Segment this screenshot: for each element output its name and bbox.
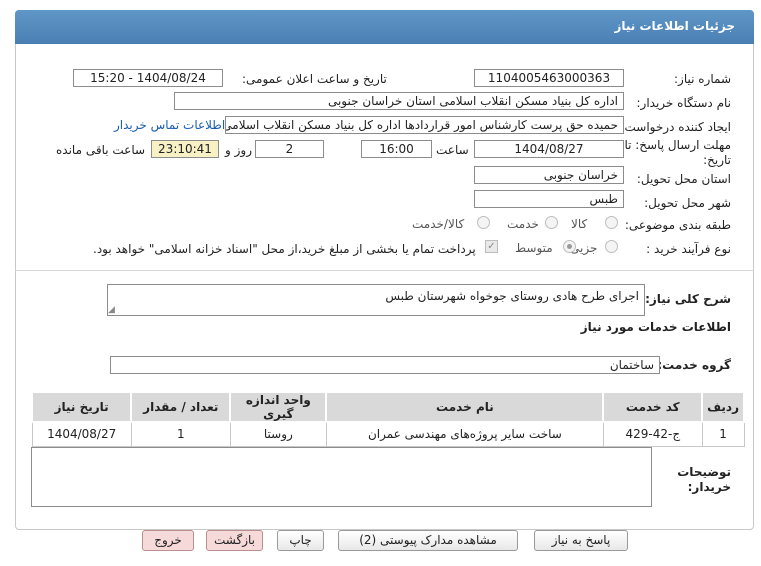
remaining-time-field: 23:10:41 (151, 140, 219, 158)
deadline-days-field: 2 (255, 140, 324, 158)
treasury-checkbox[interactable]: ✓ (485, 240, 498, 253)
category-label: طبقه بندی موضوعی: (624, 218, 731, 232)
remaining-time-label: ساعت باقی مانده (56, 143, 146, 157)
check-icon: ✓ (487, 241, 496, 252)
category-goods-radio[interactable] (605, 216, 618, 229)
buyer-contact-link[interactable]: اطلاعات تماس خریدار (114, 118, 225, 132)
buyer-notes-field[interactable] (31, 447, 652, 507)
description-label: شرح کلی نیاز: (645, 292, 731, 306)
category-goods-label: کالا (571, 217, 588, 231)
category-goods-service-radio[interactable] (477, 216, 490, 229)
section-divider (15, 270, 754, 271)
process-label: نوع فرآیند خرید : (646, 242, 731, 256)
need-number-label: شماره نیاز: (674, 72, 731, 86)
deadline-label-line1: مهلت ارسال پاسخ: تا (624, 138, 731, 152)
process-medium-label: متوسط (515, 241, 553, 255)
col-name-header: نام خدمت (325, 391, 605, 423)
cell-qty: 1 (130, 421, 231, 447)
resize-handle-icon[interactable]: ◢ (108, 305, 115, 315)
reply-button[interactable]: پاسخ به نیاز (534, 530, 628, 551)
cell-unit: روستا (229, 421, 327, 447)
buyer-org-label: نام دستگاه خریدار: (636, 96, 732, 110)
deadline-time-field: 16:00 (361, 140, 432, 158)
description-field: اجرای طرح هادی روستای جوخواه شهرستان طبس (107, 284, 645, 316)
announce-label: تاریخ و ساعت اعلان عمومی: (242, 72, 387, 86)
back-button[interactable]: بازگشت (206, 530, 263, 551)
requester-field: حمیده حق پرست کارشناس امور قراردادها ادا… (225, 116, 624, 134)
cell-date: 1404/08/27 (31, 421, 132, 447)
province-field: خراسان جنوبی (474, 166, 624, 184)
cell-code: ج-42-429 (602, 421, 703, 447)
process-minor-radio[interactable] (605, 240, 618, 253)
service-group-label: گروه خدمت: (657, 358, 731, 372)
category-goods-service-label: کالا/خدمت (412, 217, 465, 231)
page-title: جزئیات اطلاعات نیاز (614, 19, 735, 33)
buyer-org-field: اداره کل بنیاد مسکن انقلاب اسلامی استان … (174, 92, 624, 110)
buyer-notes-label-line1: توضیحات (677, 465, 731, 479)
col-row-header: ردیف (701, 391, 745, 423)
col-qty-header: تعداد / مقدار (130, 391, 232, 423)
buyer-notes-label-line2: خریدار: (687, 480, 731, 494)
services-table: ردیف کد خدمت نام خدمت واحد اندازه گیری ت… (30, 391, 745, 447)
process-medium-radio[interactable] (563, 240, 576, 253)
category-service-radio[interactable] (545, 216, 558, 229)
province-label: استان محل تحویل: (636, 172, 731, 186)
attachments-button[interactable]: مشاهده مدارک پیوستی (2) (338, 530, 518, 551)
treasury-note: پرداخت تمام یا بخشی از مبلغ خرید،از محل … (93, 242, 476, 256)
city-field: طبس (474, 190, 624, 208)
need-number-field: 1104005463000363 (474, 69, 624, 87)
category-service-label: خدمت (507, 217, 539, 231)
requester-label: ایجاد کننده درخواست: (620, 120, 731, 134)
table-row: 1 ج-42-429 ساخت سایر پروژه‌های مهندسی عم… (31, 421, 745, 447)
deadline-time-label: ساعت (436, 143, 469, 157)
announce-field: 1404/08/24 - 15:20 (73, 69, 223, 87)
deadline-label-line2: تاریخ: (703, 153, 731, 167)
col-date-header: تاریخ نیاز (30, 391, 133, 423)
city-label: شهر محل تحویل: (644, 196, 731, 210)
services-section-title: اطلاعات خدمات مورد نیاز (580, 320, 731, 334)
deadline-date-field: 1404/08/27 (474, 140, 624, 158)
deadline-days-label: روز و (225, 143, 252, 157)
table-header-row: ردیف کد خدمت نام خدمت واحد اندازه گیری ت… (30, 391, 745, 423)
cell-row: 1 (701, 421, 745, 447)
exit-button[interactable]: خروج (142, 530, 194, 551)
col-code-header: کد خدمت (602, 391, 704, 423)
cell-name: ساخت سایر پروژه‌های مهندسی عمران (325, 421, 604, 447)
service-group-field: ساختمان (110, 356, 660, 374)
print-button[interactable]: چاپ (277, 530, 324, 551)
col-unit-header: واحد اندازه گیری (229, 391, 328, 423)
